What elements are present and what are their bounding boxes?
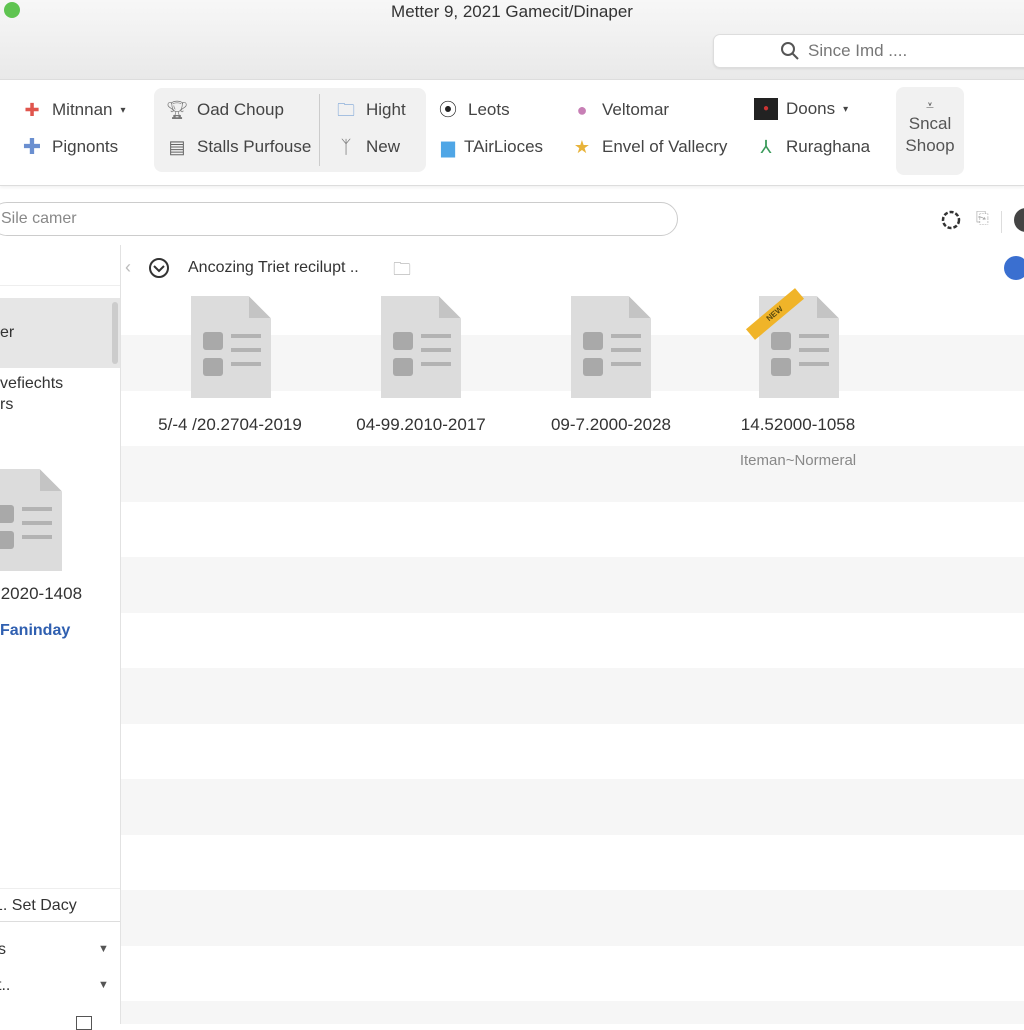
- plus-color-icon: ✚: [24, 100, 40, 120]
- ribbon-oad-choup[interactable]: 🏆︎ Oad Choup: [165, 98, 284, 122]
- file-icon: [381, 296, 461, 398]
- chevron-down-icon: ▾: [843, 103, 849, 115]
- network-icon: ᛉ: [340, 137, 352, 157]
- settings-icon[interactable]: [940, 209, 962, 231]
- ribbon-new[interactable]: ᛉ New: [334, 135, 400, 159]
- divider: [1001, 211, 1002, 233]
- file-icon[interactable]: [0, 469, 62, 571]
- sidebar-item-selected[interactable]: er: [0, 298, 120, 368]
- chevron-down-icon: ▼: [98, 979, 109, 991]
- sort-icon: ⩡: [926, 97, 934, 113]
- clipboard-icon[interactable]: ⎘: [976, 210, 994, 230]
- search-placeholder: Since Imd ....: [808, 41, 908, 60]
- ribbon-stalls-purfouse[interactable]: ▤ Stalls Purfouse: [165, 135, 311, 159]
- filter-input[interactable]: Sile camer: [0, 202, 678, 236]
- ribbon-envel-of-vallecry[interactable]: ★ Envel of Vallecry: [570, 135, 727, 159]
- search-input[interactable]: Since Imd ....: [713, 34, 1024, 68]
- folder-icon: 🗀: [337, 100, 355, 120]
- star-mail-icon: ★: [573, 137, 591, 157]
- divider: [319, 94, 320, 166]
- tray-icon: ▆: [441, 137, 455, 157]
- ribbon-veltomar[interactable]: ● Veltomar: [570, 98, 670, 122]
- share-icon: ⅄: [760, 137, 772, 157]
- chevron-down-icon: ▼: [98, 943, 109, 955]
- breadcrumb[interactable]: Ancozing Triet recilupt ..: [188, 259, 359, 277]
- ribbon-doons[interactable]: ● Doons ▾: [754, 98, 848, 120]
- avatar[interactable]: [1014, 208, 1024, 232]
- ribbon-leots[interactable]: ⦿ Leots: [436, 98, 510, 122]
- ribbon-toolbar: ✚ Mitnnan ▾ ✚ Pignonts 🏆︎ Oad Choup ▤ Stalls …: [0, 80, 1024, 186]
- plus-color-icon: ✚: [22, 134, 42, 159]
- search-icon: [781, 42, 799, 60]
- window-title: Metter 9, 2021 Gamecit/Dinaper: [391, 2, 633, 21]
- document-icon: ▤: [168, 137, 186, 157]
- ribbon-mitnnan[interactable]: ✚ Mitnnan ▾: [20, 98, 126, 122]
- trophy-icon: 🏆︎: [165, 100, 189, 120]
- scrollbar[interactable]: [112, 302, 118, 364]
- file-icon: [191, 296, 271, 398]
- media-icon: ●: [754, 98, 778, 120]
- ribbon-pignonts[interactable]: ✚ Pignonts: [20, 135, 118, 159]
- ribbon-hight[interactable]: 🗀 Hight: [334, 98, 406, 122]
- sidebar-dropdown[interactable]: s ▼: [0, 939, 120, 963]
- file-icon: [571, 296, 651, 398]
- sidebar-item-set-dacy[interactable]: 1. Set Dacy: [0, 888, 120, 922]
- badge-icon: ●: [576, 100, 588, 120]
- sidebar: er vefiechts rs ,2020-1408 Faninday 1. S…: [0, 245, 121, 1030]
- folder-icon[interactable]: 🗀: [393, 257, 411, 287]
- info-icon[interactable]: [1004, 256, 1024, 280]
- file-browser: ‹ Ancozing Triet recilupt .. 🗀 5/-4 /20.…: [121, 245, 1024, 1024]
- back-icon[interactable]: ‹: [125, 257, 131, 278]
- ribbon-tairlioces[interactable]: ▆ TAirLioces: [436, 135, 543, 159]
- title-bar: Metter 9, 2021 Gamecit/Dinaper Since Imd…: [0, 0, 1024, 80]
- sncal-shoop-button[interactable]: ⩡ Sncal Shoop: [896, 87, 964, 175]
- chevron-down-icon: ▾: [120, 104, 126, 116]
- sidebar-dropdown[interactable]: t.. ▼: [0, 975, 120, 999]
- ribbon-ruraghana[interactable]: ⅄ Ruraghana: [754, 135, 871, 159]
- checkbox[interactable]: [76, 1016, 92, 1030]
- location-icon: ⦿: [439, 100, 457, 120]
- clock-icon: [149, 258, 169, 278]
